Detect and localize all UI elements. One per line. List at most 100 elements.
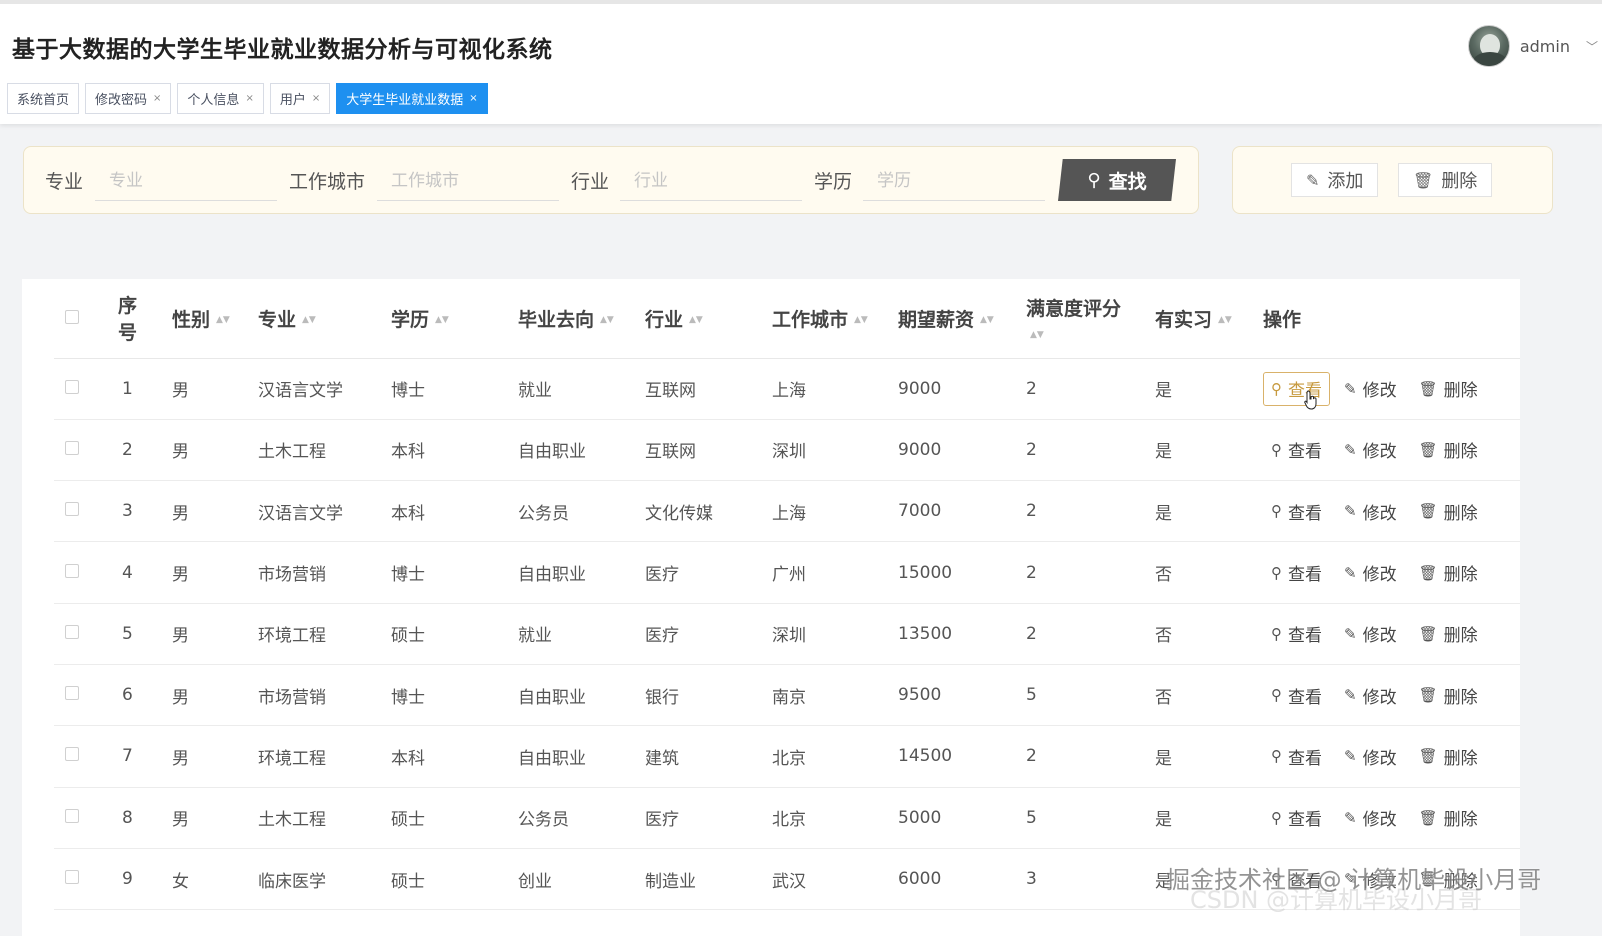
delete-button[interactable]: 🗑 删除 xyxy=(1411,556,1486,590)
cell-destination: 自由职业 xyxy=(518,725,645,788)
edit-button[interactable]: ✎ 修改 xyxy=(1336,801,1405,835)
add-button-label: 添加 xyxy=(1327,171,1364,192)
cell-education: 硕士 xyxy=(391,848,518,911)
trash-icon: 🗑 xyxy=(1418,624,1438,643)
edit-icon: ✎ xyxy=(1344,379,1357,398)
header-city[interactable]: 工作城市 ▲▼ xyxy=(772,279,898,359)
header-gender[interactable]: 性别 ▲▼ xyxy=(172,279,258,359)
view-button[interactable]: ⚲ 查看 xyxy=(1263,678,1330,712)
cell-salary: 14500 xyxy=(898,725,1026,788)
header-salary[interactable]: 期望薪资 ▲▼ xyxy=(898,279,1026,359)
row-checkbox[interactable] xyxy=(65,563,79,578)
tab-home[interactable]: 系统首页 xyxy=(7,83,80,114)
view-button[interactable]: ⚲ 查看 xyxy=(1263,371,1330,406)
close-icon[interactable]: × xyxy=(245,93,253,104)
row-checkbox[interactable] xyxy=(65,624,79,639)
cell-city: 上海 xyxy=(772,480,898,543)
sort-icon[interactable]: ▲▼ xyxy=(600,315,614,324)
header-satisfaction[interactable]: 满意度评分 ▲▼ xyxy=(1026,279,1155,359)
view-button[interactable]: ⚲ 查看 xyxy=(1263,494,1330,528)
row-checkbox[interactable] xyxy=(65,379,79,394)
sort-icon[interactable]: ▲▼ xyxy=(1030,330,1044,339)
row-actions: ⚲ 查看 ✎ 修改 🗑 删除 xyxy=(1263,739,1520,773)
user-menu[interactable]: admin ﹀ xyxy=(1467,24,1602,68)
cell-satisfaction: 2 xyxy=(1026,480,1155,543)
edit-button[interactable]: ✎ 修改 xyxy=(1336,556,1405,590)
view-button[interactable]: ⚲ 查看 xyxy=(1263,801,1330,835)
add-button[interactable]: ✎ 添加 xyxy=(1291,163,1379,197)
header-internship[interactable]: 有实习 ▲▼ xyxy=(1155,279,1263,359)
close-icon[interactable]: × xyxy=(153,93,161,104)
username[interactable]: admin xyxy=(1520,37,1570,56)
close-icon[interactable]: × xyxy=(312,93,320,104)
view-button[interactable]: ⚲ 查看 xyxy=(1263,556,1330,590)
education-input[interactable] xyxy=(863,161,1045,201)
header-education[interactable]: 学历 ▲▼ xyxy=(391,279,518,359)
edit-button[interactable]: ✎ 修改 xyxy=(1336,739,1405,773)
cell-ops: ⚲ 查看 ✎ 修改 🗑 删除 xyxy=(1263,480,1520,543)
major-input[interactable] xyxy=(95,161,277,201)
delete-button[interactable]: 🗑 删除 xyxy=(1411,739,1486,773)
delete-button[interactable]: 🗑 删除 xyxy=(1411,801,1486,835)
sort-icon[interactable]: ▲▼ xyxy=(302,315,316,324)
cell-city: 武汉 xyxy=(772,848,898,911)
search-icon: ⚲ xyxy=(1271,563,1282,582)
cell-gender: 女 xyxy=(172,848,258,911)
city-input[interactable] xyxy=(377,161,559,201)
industry-input[interactable] xyxy=(620,161,802,201)
sort-icon[interactable]: ▲▼ xyxy=(1218,315,1232,324)
select-all-checkbox[interactable] xyxy=(65,310,79,325)
cell-destination: 自由职业 xyxy=(518,664,645,727)
sort-icon[interactable]: ▲▼ xyxy=(854,315,868,324)
row-checkbox[interactable] xyxy=(65,747,79,762)
cell-destination: 公务员 xyxy=(518,480,645,543)
avatar[interactable] xyxy=(1467,25,1510,67)
header-destination[interactable]: 毕业去向 ▲▼ xyxy=(518,279,645,359)
row-checkbox[interactable] xyxy=(65,440,79,455)
cell-gender: 男 xyxy=(172,664,258,727)
edit-button[interactable]: ✎ 修改 xyxy=(1336,617,1405,651)
cell-index: 6 xyxy=(118,664,172,727)
delete-button[interactable]: 🗑 删除 xyxy=(1411,372,1486,406)
cell-ops: ⚲ 查看 ✎ 修改 🗑 删除 xyxy=(1263,787,1520,849)
row-checkbox[interactable] xyxy=(65,502,79,517)
tab-graduate-data[interactable]: 大学生毕业就业数据 × xyxy=(336,83,488,114)
trash-icon: 🗑 xyxy=(1418,808,1438,827)
header-industry[interactable]: 行业 ▲▼ xyxy=(645,279,772,359)
view-button[interactable]: ⚲ 查看 xyxy=(1263,433,1330,467)
row-select-cell xyxy=(54,848,118,911)
edit-button[interactable]: ✎ 修改 xyxy=(1336,433,1405,467)
batch-delete-button[interactable]: 🗑 删除 xyxy=(1398,163,1493,197)
delete-button[interactable]: 🗑 删除 xyxy=(1411,494,1486,528)
tab-users[interactable]: 用户 × xyxy=(269,83,331,114)
sort-icon[interactable]: ▲▼ xyxy=(216,315,230,324)
sort-icon[interactable]: ▲▼ xyxy=(689,315,703,324)
sort-icon[interactable]: ▲▼ xyxy=(435,315,449,324)
tab-label: 系统首页 xyxy=(17,93,70,108)
edit-button[interactable]: ✎ 修改 xyxy=(1336,494,1405,528)
tab-profile[interactable]: 个人信息 × xyxy=(177,83,264,114)
delete-button-label: 删除 xyxy=(1441,171,1478,192)
delete-button[interactable]: 🗑 删除 xyxy=(1411,617,1486,651)
cell-industry: 互联网 xyxy=(645,358,772,420)
row-checkbox[interactable] xyxy=(65,808,79,823)
search-button[interactable]: ⚲ 查找 xyxy=(1058,159,1176,201)
row-actions: ⚲ 查看 ✎ 修改 🗑 删除 xyxy=(1263,801,1520,835)
view-button[interactable]: ⚲ 查看 xyxy=(1263,617,1330,651)
cell-salary: 7000 xyxy=(898,480,1026,543)
delete-button[interactable]: 🗑 删除 xyxy=(1411,433,1486,467)
chevron-down-icon[interactable]: ﹀ xyxy=(1586,38,1598,55)
trash-icon: 🗑 xyxy=(1418,563,1438,582)
header-major[interactable]: 专业 ▲▼ xyxy=(258,279,391,359)
cell-internship: 是 xyxy=(1155,725,1263,788)
row-checkbox[interactable] xyxy=(65,870,79,885)
view-button[interactable]: ⚲ 查看 xyxy=(1263,739,1330,773)
edit-button[interactable]: ✎ 修改 xyxy=(1336,678,1405,712)
tab-change-password[interactable]: 修改密码 × xyxy=(85,83,172,114)
row-checkbox[interactable] xyxy=(65,686,79,701)
table-header-row: 序号 性别 ▲▼ 专业 ▲▼ 学历 ▲▼ 毕业去向 ▲▼ 行业 ▲▼ 工作城市 ▲▼ 期望薪… xyxy=(54,279,1520,359)
sort-icon[interactable]: ▲▼ xyxy=(980,315,994,324)
edit-button[interactable]: ✎ 修改 xyxy=(1336,372,1405,406)
close-icon[interactable]: × xyxy=(469,93,477,104)
delete-button[interactable]: 🗑 删除 xyxy=(1411,678,1486,712)
